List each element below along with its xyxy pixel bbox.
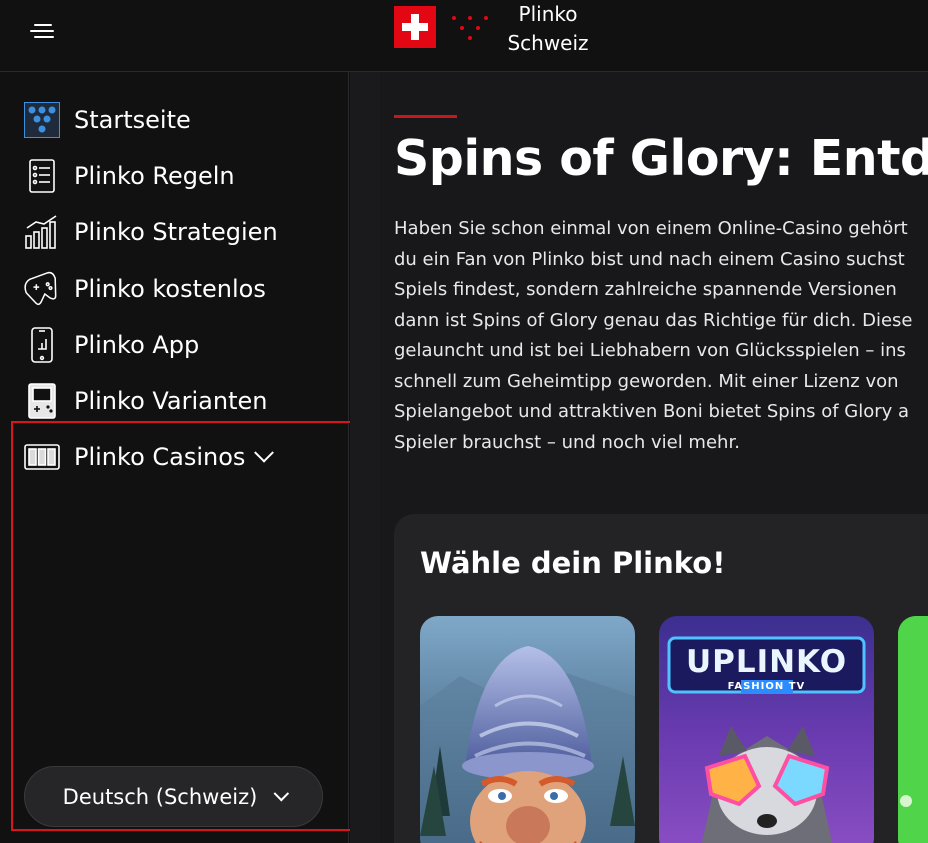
plinko-pyramid-icon — [452, 16, 488, 44]
menu-icon[interactable] — [30, 20, 56, 42]
intro-paragraph: Haben Sie schon einmal von einem Online-… — [394, 214, 928, 458]
sidebar-item-strategien[interactable]: Plinko Strategien — [24, 212, 278, 252]
paragraph-line: schnell zum Geheimtipp geworden. Mit ein… — [394, 370, 899, 392]
gamepad-icon — [24, 271, 60, 307]
gnome-illustration — [420, 616, 635, 843]
sidebar-item-app[interactable]: Plinko App — [24, 325, 199, 365]
paragraph-line: dann ist Spins of Glory genau das Richti… — [394, 309, 913, 331]
sidebar-item-casinos[interactable]: Plinko Casinos — [24, 437, 275, 477]
uplinko-logo-subtitle: FASHION TV — [727, 681, 806, 692]
chevron-down-icon — [273, 785, 290, 802]
language-selector[interactable]: Deutsch (Schweiz) — [24, 766, 323, 827]
paragraph-line: du ein Fan von Plinko bist und nach eine… — [394, 248, 905, 270]
panel-title: Wähle dein Plinko! — [420, 546, 726, 580]
sidebar-item-varianten[interactable]: Plinko Varianten — [24, 381, 267, 421]
brand-line-2: Schweiz — [507, 31, 589, 55]
sidebar-item-label: Plinko Strategien — [74, 218, 278, 246]
uplinko-logo-title: UPLINKO — [685, 644, 848, 680]
game-card-green-plinko[interactable] — [898, 616, 928, 843]
sidebar: Startseite Plinko Regeln Plinko Strategi… — [0, 72, 349, 843]
sidebar-item-label: Plinko App — [74, 331, 200, 359]
rules-list-icon — [24, 158, 60, 194]
paragraph-line: gelauncht und ist bei Liebhabern von Glü… — [394, 340, 906, 361]
game-card-uplinko[interactable]: UPLINKO FASHION TV — [659, 616, 874, 843]
paragraph-line: Spielangebot und attraktiven Boni bietet… — [394, 401, 910, 422]
bar-chart-icon — [24, 214, 60, 250]
paragraph-line: Spiels findest, sondern zahlreiche spann… — [394, 279, 897, 300]
slot-machine-icon — [24, 439, 60, 475]
sidebar-item-label: Plinko Regeln — [74, 162, 235, 190]
plinko-picker-panel: Wähle dein Plinko! UPLINKO FASHION TV — [394, 514, 928, 843]
swiss-flag-icon — [394, 6, 436, 48]
top-bar: Plinko Schweiz — [0, 0, 928, 72]
sidebar-item-label: Startseite — [74, 106, 191, 134]
sidebar-item-startseite[interactable]: Startseite — [24, 100, 191, 140]
sidebar-item-kostenlos[interactable]: Plinko kostenlos — [24, 269, 266, 309]
paragraph-line: Haben Sie schon einmal von einem Online-… — [394, 218, 908, 239]
paragraph-line: Spieler brauchst – und noch viel mehr. — [394, 431, 740, 453]
green-game-illustration — [898, 616, 928, 843]
brand-line-1: Plinko — [518, 2, 578, 26]
handheld-console-icon — [24, 383, 60, 419]
sidebar-item-label: Plinko Casinos — [74, 443, 246, 471]
main-content: Spins of Glory: Entdec Haben Sie schon e… — [380, 72, 928, 843]
content-gutter — [350, 72, 380, 843]
game-card-gnome-plinko[interactable] — [420, 616, 635, 843]
sidebar-item-label: Plinko kostenlos — [74, 275, 266, 303]
page-title: Spins of Glory: Entdec — [394, 130, 928, 187]
language-label: Deutsch (Schweiz) — [62, 784, 258, 809]
title-accent-line — [394, 115, 457, 118]
site-logo[interactable] — [394, 6, 488, 48]
chevron-down-icon[interactable] — [254, 442, 275, 463]
sidebar-item-regeln[interactable]: Plinko Regeln — [24, 156, 235, 196]
sidebar-item-label: Plinko Varianten — [74, 387, 268, 415]
brand-name[interactable]: Plinko Schweiz — [505, 0, 591, 58]
plinko-dots-icon — [24, 102, 60, 138]
smartphone-icon — [24, 327, 60, 363]
